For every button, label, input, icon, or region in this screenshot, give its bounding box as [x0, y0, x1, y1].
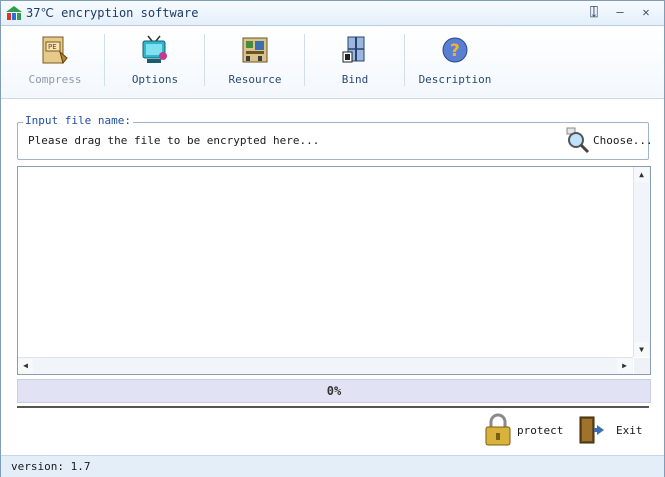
toolbar-bind-button[interactable]: Bind	[305, 26, 405, 98]
scroll-up-icon[interactable]: ▲	[634, 167, 649, 182]
lock-icon	[485, 413, 511, 446]
choose-file-button[interactable]: Choose...	[561, 125, 653, 155]
minimize-button[interactable]: —	[610, 4, 630, 21]
toolbar-compress-button[interactable]: PE Compress	[5, 26, 105, 98]
version-text: version: 1.7	[11, 460, 91, 473]
title-bar[interactable]: 37℃ encryption software ⍗ — ✕	[1, 1, 664, 26]
help-icon: ?	[442, 37, 468, 63]
toolbar-bind-label: Bind	[341, 73, 369, 86]
horizontal-scrollbar[interactable]: ◀ ▶	[18, 357, 633, 374]
toolbar-resource-label: Resource	[228, 73, 282, 86]
scroll-left-icon[interactable]: ◀	[18, 358, 33, 373]
divider	[17, 406, 649, 408]
toolbar-description-label: Description	[418, 73, 492, 86]
app-logo-icon	[6, 6, 22, 20]
protect-button[interactable]: protect	[484, 413, 564, 447]
toolbar-description-button[interactable]: ? Description	[405, 26, 505, 98]
svg-text:?: ?	[450, 41, 460, 61]
options-icon	[142, 35, 167, 63]
progress-bar: 0%	[17, 379, 651, 403]
toolbar: PE Compress Options Resource Bind ? Desc…	[1, 26, 664, 99]
status-bar: version: 1.7	[1, 455, 664, 477]
toolbar-resource-button[interactable]: Resource	[205, 26, 305, 98]
scroll-right-icon[interactable]: ▶	[617, 358, 632, 373]
compress-icon: PE	[42, 36, 68, 65]
scroll-corner	[634, 358, 650, 374]
file-drop-zone[interactable]: Please drag the file to be encrypted her…	[28, 134, 319, 147]
protect-label: protect	[517, 424, 564, 437]
bind-icon	[342, 36, 365, 63]
exit-door-icon	[579, 416, 604, 444]
scroll-down-icon[interactable]: ▼	[634, 342, 649, 357]
vertical-scrollbar[interactable]: ▲ ▼	[633, 167, 650, 357]
input-file-legend: Input file name:	[23, 114, 133, 127]
pin-button[interactable]: ⍗	[584, 4, 604, 21]
app-window: 37℃ encryption software ⍗ — ✕ PE Compres…	[0, 0, 665, 477]
resource-icon	[242, 37, 268, 63]
window-title: 37℃ encryption software	[26, 6, 199, 20]
svg-text:PE: PE	[48, 43, 57, 51]
progress-text: 0%	[326, 384, 342, 398]
exit-button[interactable]: Exit	[577, 413, 647, 447]
toolbar-options-label: Options	[131, 73, 179, 86]
toolbar-options-button[interactable]: Options	[105, 26, 205, 98]
log-output-area[interactable]: ▲ ▼ ◀ ▶	[17, 166, 651, 375]
toolbar-compress-label: Compress	[28, 73, 82, 86]
choose-file-label: Choose...	[593, 134, 653, 147]
exit-label: Exit	[616, 424, 643, 437]
close-button[interactable]: ✕	[636, 4, 656, 21]
magnifier-icon	[566, 127, 590, 154]
